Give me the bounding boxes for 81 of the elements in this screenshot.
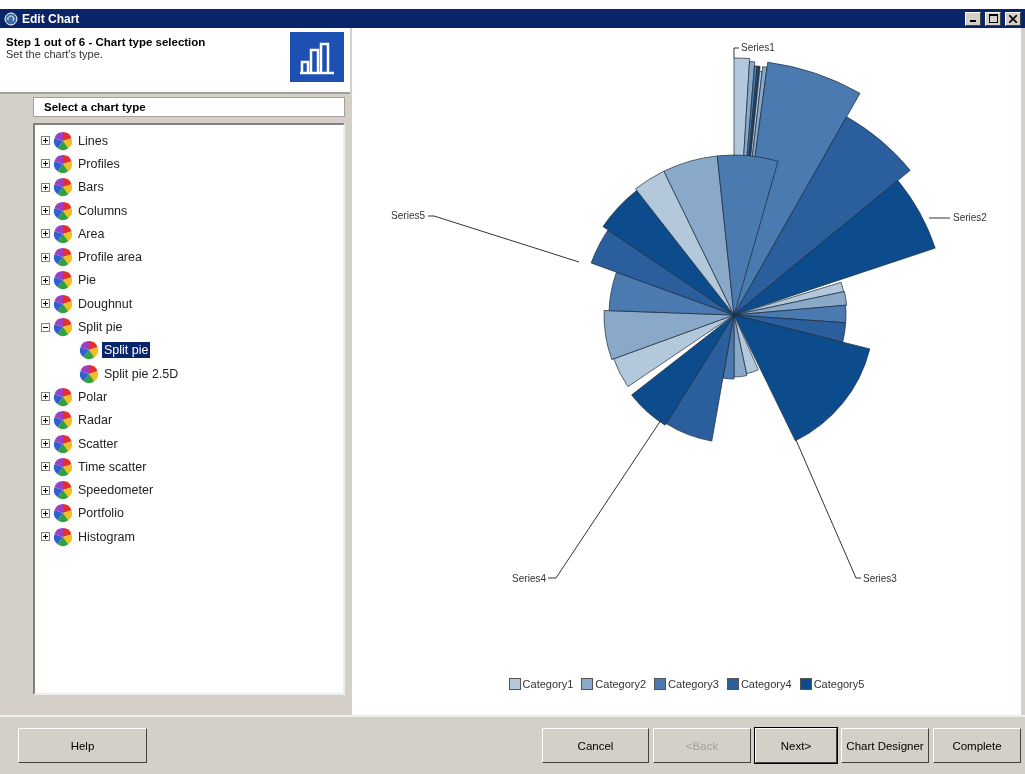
tree-item[interactable]: Columns [76, 202, 130, 219]
tree-item[interactable]: Lines [76, 132, 110, 149]
tree-item[interactable]: Radar [76, 412, 115, 429]
expand-icon[interactable] [41, 415, 50, 425]
legend-label: Category4 [740, 678, 792, 690]
expand-icon[interactable] [41, 206, 50, 216]
pie-chart-icon [53, 293, 73, 314]
legend-label: Category3 [668, 678, 719, 690]
collapse-icon[interactable] [41, 322, 50, 332]
maximize-icon [988, 14, 998, 23]
tree-item[interactable]: Scatter [76, 435, 120, 452]
window-title: Edit Chart [22, 11, 80, 26]
tree-item[interactable]: Profile area [76, 249, 144, 266]
expand-icon[interactable] [41, 532, 50, 542]
tree-item[interactable]: Split pie 2.5D [102, 365, 181, 382]
tree-item[interactable]: Portfolio [76, 505, 126, 522]
pie-chart-icon [53, 410, 73, 431]
pie-chart-icon [53, 247, 73, 268]
expand-icon[interactable] [41, 462, 50, 472]
tree-item[interactable]: Doughnut [76, 295, 135, 312]
leader-line [928, 217, 950, 219]
pie-chart-icon [53, 526, 73, 547]
pie-chart-icon [53, 386, 73, 407]
pie-chart-icon [53, 177, 73, 198]
series-label: Series4 [511, 573, 546, 584]
tree-item[interactable]: Area [76, 225, 107, 242]
pie-chart-icon [53, 480, 73, 501]
step-subtitle: Set the chart's type. [6, 48, 104, 60]
expand-icon[interactable] [41, 508, 50, 518]
expand-icon[interactable] [41, 136, 50, 146]
step-title: Step 1 out of 6 - Chart type selection [6, 36, 206, 48]
dialog-button[interactable]: Chart Designer [841, 728, 929, 763]
expand-icon[interactable] [41, 229, 50, 239]
dialog-button[interactable]: Complete [933, 728, 1021, 763]
pie-chart-icon [79, 340, 99, 361]
expand-icon[interactable] [41, 299, 50, 309]
expand-icon[interactable] [41, 275, 50, 285]
legend-label: Category1 [522, 678, 574, 690]
tree-item[interactable]: Time scatter [76, 458, 149, 475]
tree-item[interactable]: Profiles [76, 155, 122, 172]
series-label: Series2 [952, 212, 987, 223]
minimize-icon [970, 20, 976, 22]
tree-item[interactable]: Speedometer [76, 482, 156, 499]
pie-chart-icon [53, 153, 73, 174]
series-label: Series5 [390, 210, 425, 221]
expand-icon[interactable] [41, 439, 50, 448]
minimize-button[interactable] [965, 11, 981, 26]
pie-chart-icon [53, 130, 73, 151]
tree-item[interactable]: Bars [76, 179, 106, 196]
tree-item[interactable]: Pie [76, 272, 99, 289]
tree-item[interactable]: Polar [76, 388, 110, 405]
bar-chart-icon [290, 32, 344, 82]
dialog-button[interactable]: Cancel [542, 728, 649, 763]
expand-icon[interactable] [41, 485, 50, 495]
dialog-button[interactable]: Next> [755, 728, 837, 763]
app-icon [4, 11, 18, 26]
expand-icon[interactable] [41, 159, 50, 169]
series-label: Series3 [862, 573, 897, 584]
pie-chart-icon [53, 223, 73, 244]
expand-icon[interactable] [41, 252, 50, 262]
pie-chart-icon [53, 270, 73, 291]
tree-item[interactable]: Split pie [102, 342, 151, 359]
close-button[interactable] [1005, 11, 1021, 26]
series-label: Series1 [740, 42, 775, 53]
pie-chart-icon [53, 503, 73, 524]
tree-item[interactable]: Split pie [76, 319, 125, 335]
tree-item[interactable]: Histogram [76, 528, 137, 545]
dialog-button[interactable]: Help [18, 728, 147, 763]
close-icon [1009, 14, 1017, 23]
maximize-button[interactable] [985, 11, 1001, 26]
legend-label: Category5 [813, 678, 865, 690]
panel-title: Select a chart type [33, 97, 345, 117]
expand-icon[interactable] [41, 392, 50, 402]
expand-icon[interactable] [41, 182, 50, 192]
pie-chart-icon [53, 200, 73, 221]
pie-chart-icon [79, 363, 99, 384]
legend-label: Category2 [595, 678, 647, 690]
pie-chart-icon [53, 317, 73, 337]
pie-chart-icon [53, 433, 73, 454]
pie-chart-icon [53, 456, 73, 477]
leader-line [733, 47, 739, 59]
